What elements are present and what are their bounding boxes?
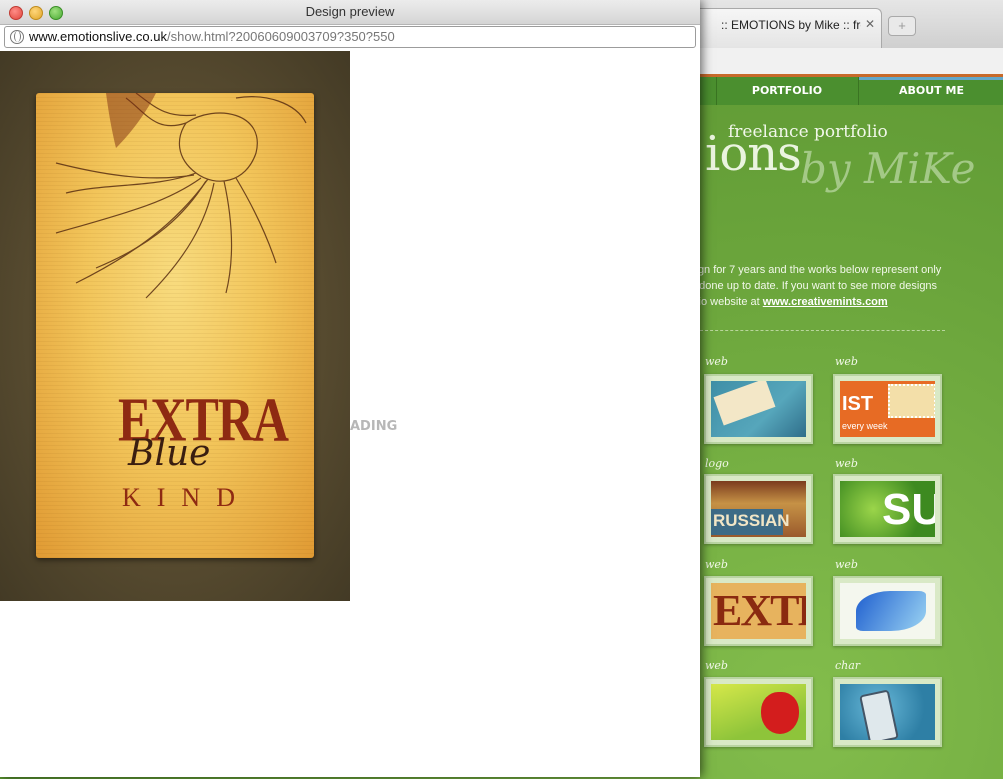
nav-about-me[interactable]: ABOUT ME	[858, 77, 1003, 105]
portfolio-thumbnail[interactable]: RUSSIAN	[704, 474, 813, 544]
card-script-word: Blue	[128, 433, 211, 474]
thumbnail-text: every week	[842, 421, 888, 431]
thumb-label: web	[705, 659, 728, 672]
thumbnail-text: SU	[882, 485, 935, 534]
creativemints-link[interactable]: www.creativemints.com	[763, 296, 888, 308]
preview-image-area: EXTRA Blue KIND	[0, 51, 350, 601]
portfolio-thumbnail[interactable]: SU	[833, 474, 942, 544]
thumb-label: web	[705, 558, 728, 571]
portfolio-thumbnail[interactable]	[833, 576, 942, 646]
thumbnail-image	[840, 583, 935, 639]
thumbnail-image: IST every week	[840, 381, 935, 437]
site-logo-byline: by MiKe	[800, 144, 976, 193]
nav-portfolio[interactable]: PORTFOLIO	[716, 77, 857, 105]
octopus-illustration	[55, 93, 307, 299]
thumb-label: web	[835, 355, 858, 368]
card-subtitle: KIND	[122, 483, 251, 512]
window-title: Design preview	[305, 4, 395, 19]
section-divider	[700, 330, 945, 331]
browser-tab[interactable]: :: EMOTIONS by Mike :: freela ✕	[690, 8, 882, 49]
intro-line: sign for 7 years and the works below rep…	[690, 264, 942, 276]
site-tagline: freelance portfolio	[728, 122, 888, 142]
portfolio-thumbnail[interactable]	[833, 677, 942, 747]
thumb-label: char	[835, 659, 861, 672]
thumb-label: web	[705, 355, 728, 368]
intro-line: olio website at www.creativemints.com	[690, 294, 990, 310]
thumb-label: logo	[705, 457, 729, 470]
thumbnail-image: EXTRA	[711, 583, 806, 639]
portfolio-thumbnail[interactable]	[704, 677, 813, 747]
window-titlebar[interactable]: Design preview	[0, 0, 700, 25]
thumbnail-text: EXTRA	[713, 586, 806, 635]
loading-text: ADING	[350, 419, 398, 434]
thumb-label: web	[835, 558, 858, 571]
intro-text: sign for 7 years and the works below rep…	[690, 262, 990, 310]
thumbnail-image	[840, 684, 935, 740]
thumbnail-image	[711, 381, 806, 437]
thumbnail-image: RUSSIAN	[711, 481, 806, 537]
url-path: /show.html?20060609003709?350?550	[167, 29, 395, 44]
design-preview-window: Design preview www.emotionslive.co.uk/sh…	[0, 0, 700, 777]
thumb-label: web	[835, 457, 858, 470]
portfolio-thumbnail[interactable]: IST every week	[833, 374, 942, 444]
thumbnail-text: IST	[842, 393, 874, 415]
design-card: EXTRA Blue KIND	[36, 93, 314, 558]
address-bar[interactable]: www.emotionslive.co.uk/show.html?2006060…	[4, 26, 696, 48]
url-text[interactable]: www.emotionslive.co.uk/show.html?2006060…	[29, 29, 395, 44]
site-navigation: PORTFOLIO ABOUT ME	[700, 74, 1003, 105]
thumbnail-image	[711, 684, 806, 740]
tab-close-icon[interactable]: ✕	[865, 17, 875, 31]
browser-tab-title: :: EMOTIONS by Mike :: freela	[721, 18, 861, 32]
thumbnail-text: RUSSIAN	[713, 511, 790, 530]
portfolio-thumbnail[interactable]: EXTRA	[704, 576, 813, 646]
url-host: www.emotionslive.co.uk	[29, 29, 167, 44]
portfolio-thumbnail[interactable]	[704, 374, 813, 444]
intro-line-text: olio website at	[690, 296, 763, 308]
thumbnail-image: SU	[840, 481, 935, 537]
globe-icon	[10, 30, 24, 44]
intro-line: e done up to date. If you want to see mo…	[690, 280, 938, 292]
new-tab-button[interactable]: +	[888, 16, 916, 36]
